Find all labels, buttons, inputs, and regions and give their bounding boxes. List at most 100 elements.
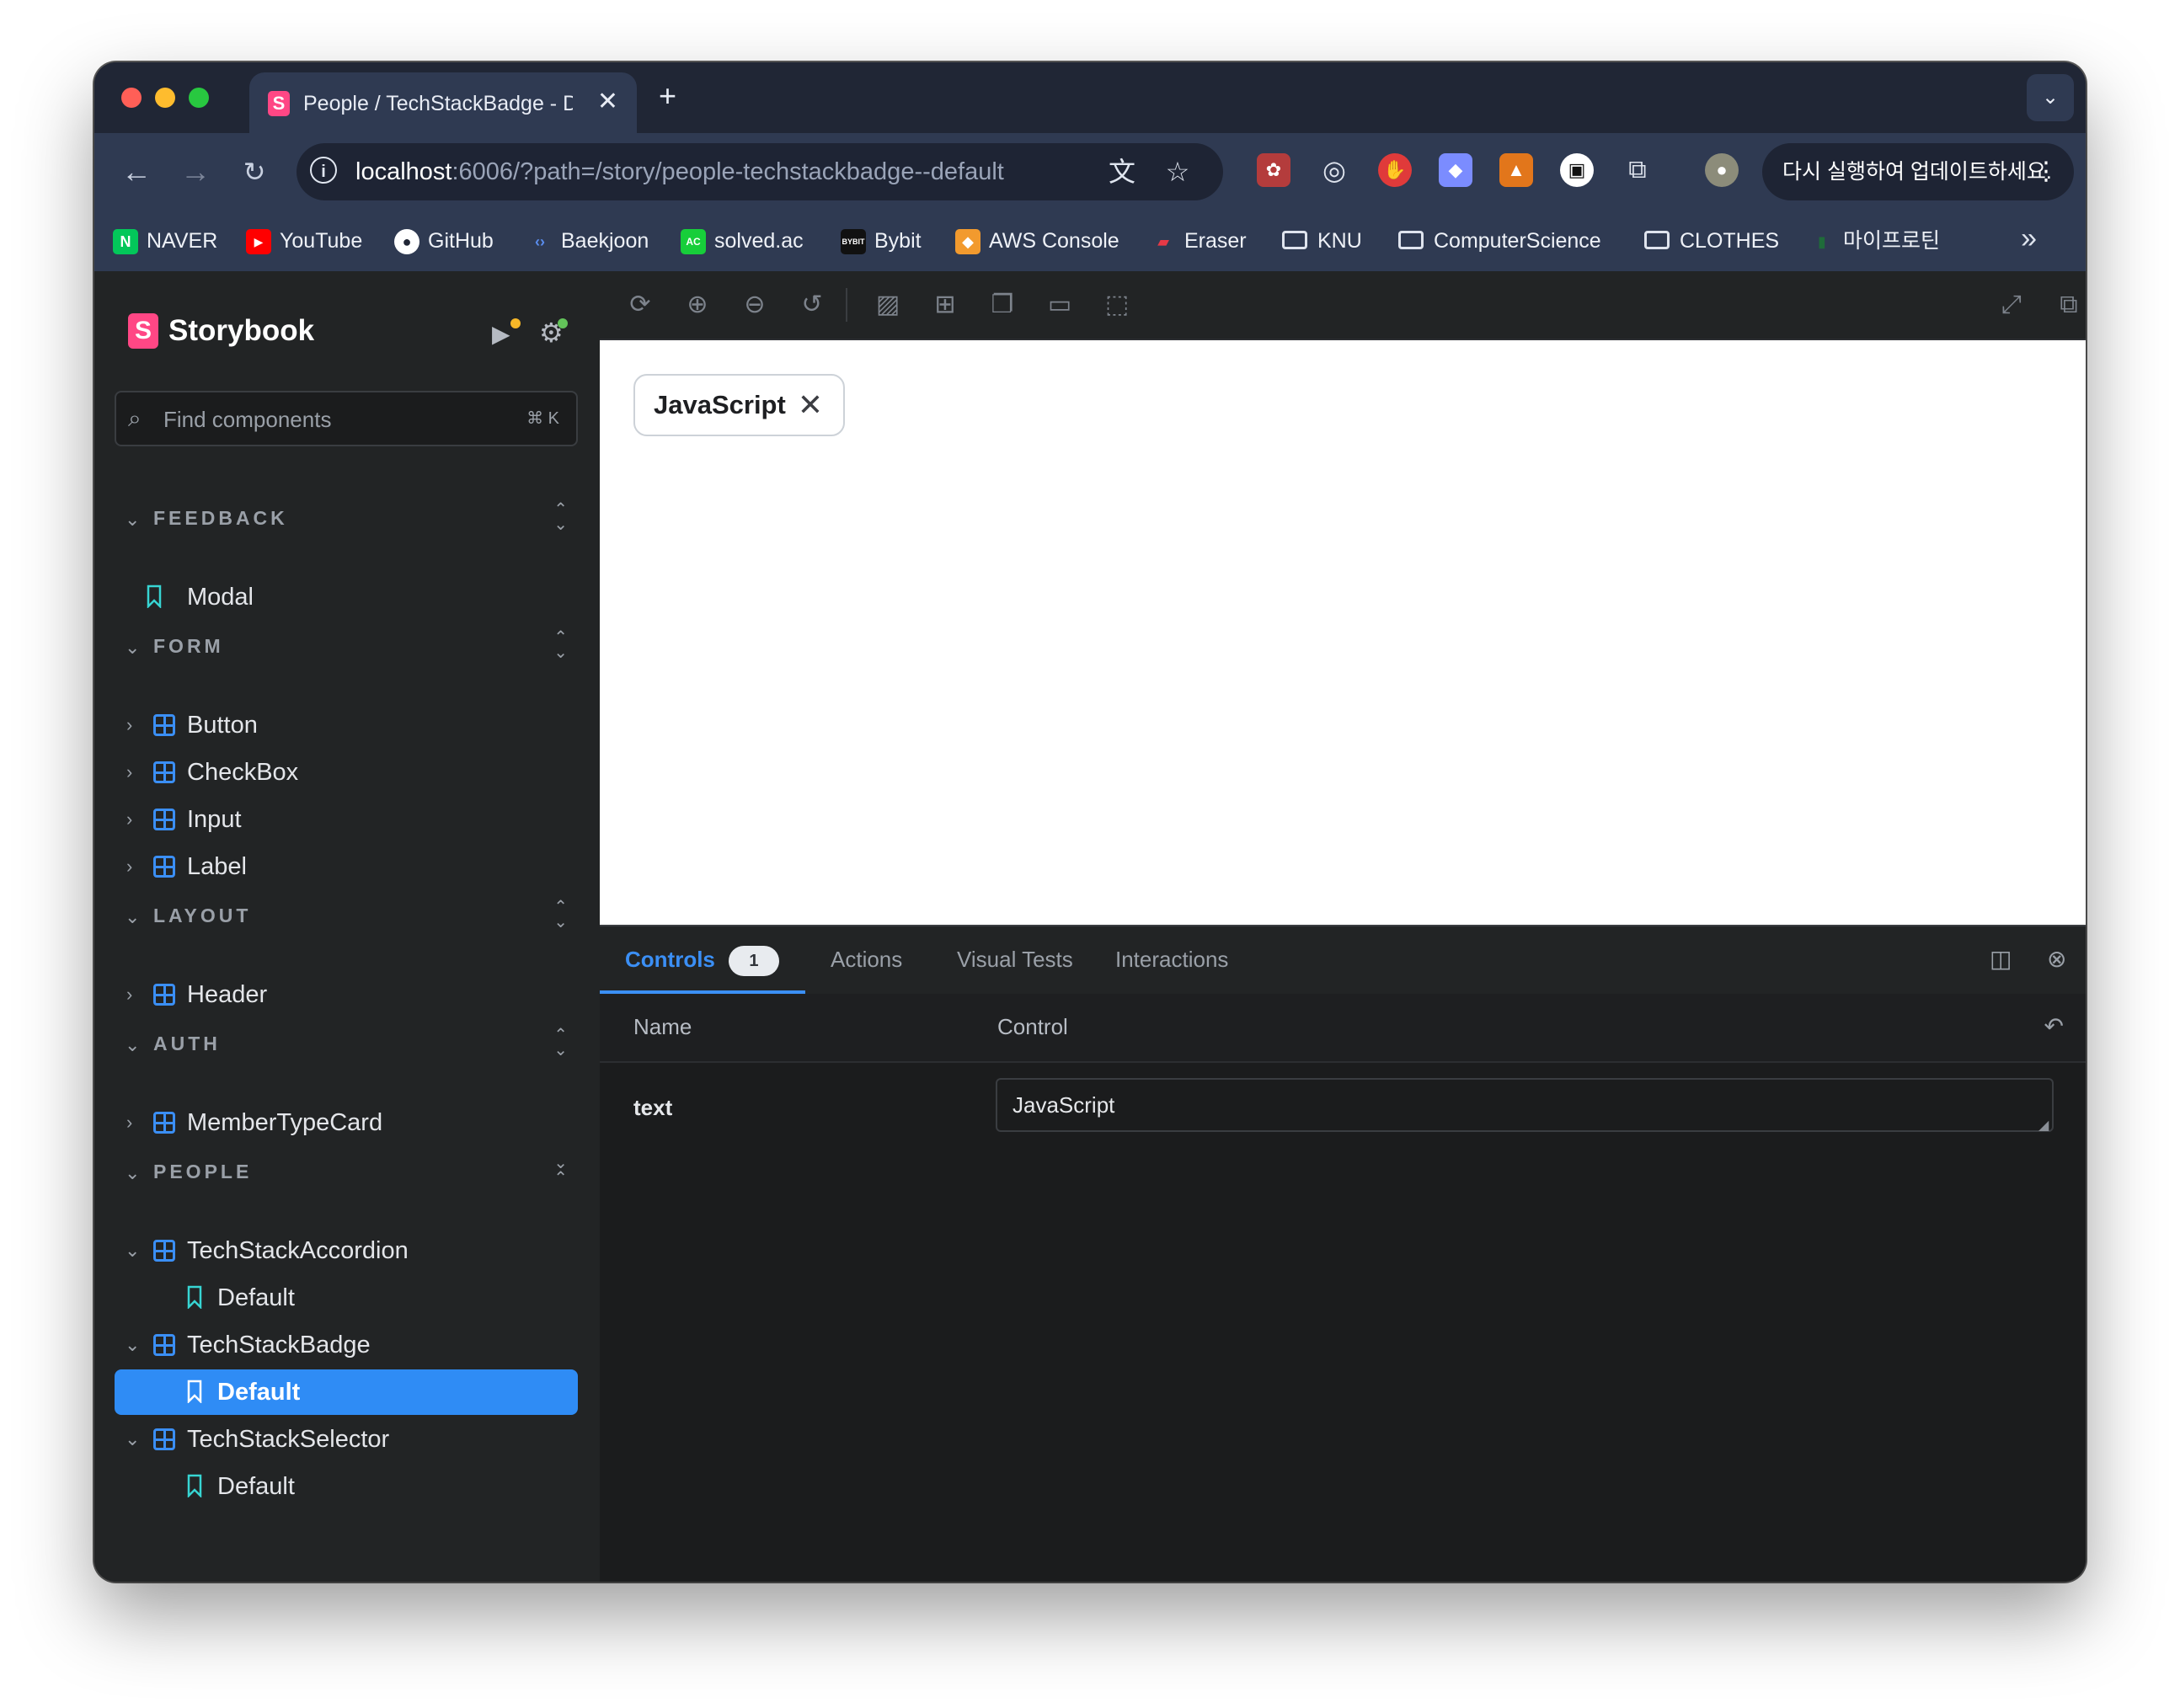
expand-collapse-icon[interactable]: ⌃ ⌄ [553,1027,568,1059]
reset-zoom-icon[interactable]: ↺ [797,290,827,320]
tab-close-icon[interactable]: ✕ [597,88,618,116]
sidebar-item-techstackaccordion[interactable]: ⌄ TechStackAccordion [115,1228,578,1273]
profile-avatar[interactable]: ● [1705,153,1739,187]
open-new-tab-icon[interactable]: ⧉ [2054,290,2084,320]
expand-collapse-icon[interactable]: ⌃ ⌄ [553,899,568,931]
url-text[interactable]: localhost:6006/?path=/story/people-techs… [355,157,1004,187]
bookmark-youtube[interactable]: ▶ YouTube [246,226,362,256]
forward-button[interactable]: → [177,153,214,190]
sidebar-item-label[interactable]: › Label [115,844,578,889]
chevron-down-icon: ⌄ [125,1240,141,1261]
extension-icon-3[interactable]: ▣ [1560,153,1594,187]
section-people[interactable]: ⌄ PEOPLE ⌄ ⌃ [125,1155,580,1191]
translate-icon[interactable]: 文 [1105,155,1139,189]
folder-icon [1398,231,1424,250]
minimize-window-button[interactable] [155,88,175,108]
bookmark-story-icon [147,584,162,608]
bookmark-clothes[interactable]: CLOTHES [1644,226,1779,256]
sidebar-item-input[interactable]: › Input [115,797,578,842]
tab-actions[interactable]: Actions [831,945,902,974]
preview-toolbar: ⟳ ⊕ ⊖ ↺ ▨ ⊞ ❐ ▭ ⬚ ⤢ ⧉ 🔗 [600,271,2086,340]
extension-icon-2[interactable]: ◆ [1439,153,1472,187]
resize-handle-icon[interactable]: ◢ [2038,1117,2049,1134]
chevron-down-icon: ⌄ [125,637,141,658]
sidebar-item-badge-default[interactable]: Default [115,1369,578,1415]
bookmark-aws[interactable]: ◆ AWS Console [955,226,1119,256]
tab-search-button[interactable]: ⌄ [2027,74,2074,121]
component-icon [153,714,175,736]
sidebar-item-button[interactable]: › Button [115,702,578,748]
back-button[interactable]: ← [118,153,155,190]
adblock-icon[interactable]: ✋ [1378,153,1412,187]
fullscreen-icon[interactable]: ⤢ [1996,290,2027,320]
bookmark-star-icon[interactable]: ☆ [1161,155,1194,189]
component-icon [153,1240,175,1262]
update-button[interactable]: 다시 실행하여 업데이트하세요. ⋮ [1762,143,2074,200]
section-feedback[interactable]: ⌄ FEEDBACK ⌃ ⌄ [125,501,580,537]
extension-icon-1[interactable]: ✿ [1257,153,1290,187]
column-control: Control [997,1014,1068,1039]
outline-icon[interactable]: ⬚ [1102,290,1132,320]
more-bookmarks-icon[interactable]: » [2021,222,2037,255]
sidebar-item-techstackbadge[interactable]: ⌄ TechStackBadge [115,1322,578,1368]
bookmark-knu[interactable]: KNU [1282,226,1362,256]
reset-controls-icon[interactable]: ↶ [2044,1012,2064,1040]
close-window-button[interactable] [121,88,142,108]
component-icon [153,1112,175,1134]
tab-controls[interactable]: Controls 1 [625,945,779,977]
expand-collapse-icon[interactable]: ⌄ ⌃ [553,1155,568,1187]
measure-icon[interactable]: ▭ [1045,290,1075,320]
myprotein-icon: ▮ [1818,233,1826,251]
tab-title: People / TechStackBadge - D [303,92,573,115]
text-control-input[interactable] [996,1078,2054,1132]
zoom-out-icon[interactable]: ⊖ [740,290,770,320]
controls-table-header: Name Control ↶ [600,994,2086,1063]
bookmark-myprotein[interactable]: ▮ 마이프로틴 [1809,226,1940,256]
section-layout[interactable]: ⌄ LAYOUT ⌃ ⌄ [125,899,580,935]
maximize-window-button[interactable] [189,88,209,108]
sidebar-item-checkbox[interactable]: › CheckBox [115,750,578,795]
expand-collapse-icon[interactable]: ⌃ ⌄ [553,501,568,533]
viewport-icon[interactable]: ❐ [987,290,1018,320]
grid-icon[interactable]: ⊞ [930,290,960,320]
close-icon[interactable]: ✕ [798,390,823,420]
tab-visual-tests[interactable]: Visual Tests [957,945,1073,974]
close-panel-icon[interactable]: ⊗ [2047,945,2066,974]
reload-button[interactable]: ↻ [236,153,273,190]
extensions-puzzle-icon[interactable]: ⧉ [1621,153,1654,187]
site-info-icon[interactable]: i [310,157,337,184]
browser-tab-active[interactable]: S People / TechStackBadge - D ✕ [249,72,637,133]
sidebar-item-techstackselector[interactable]: ⌄ TechStackSelector [115,1417,578,1462]
bookmark-computerscience[interactable]: ComputerScience [1398,226,1601,256]
more-menu-icon[interactable]: ⋮ [2033,143,2059,200]
bookmark-bybit[interactable]: BYBIT Bybit [841,226,922,256]
sidebar-item-header[interactable]: › Header [115,972,578,1017]
sidebar-item-selector-default[interactable]: Default [115,1464,578,1509]
column-name: Name [633,1014,692,1039]
sidebar-item-membertypecard[interactable]: › MemberTypeCard [115,1100,578,1145]
bookmark-eraser[interactable]: ▰ Eraser [1151,226,1247,256]
bookmark-naver[interactable]: N NAVER [113,226,217,256]
section-auth[interactable]: ⌄ AUTH ⌃ ⌄ [125,1027,580,1063]
zoom-in-icon[interactable]: ⊕ [682,290,713,320]
sidebar-item-modal[interactable]: Modal [115,574,578,620]
play-icon[interactable]: ▶ [492,320,510,348]
bookmark-baekjoon[interactable]: ‹› Baekjoon [527,226,649,256]
storybook-logo[interactable]: S Storybook [128,313,314,350]
sidebar-item-accordion-default[interactable]: Default [115,1275,578,1321]
search-input[interactable] [162,401,502,438]
find-components-search[interactable]: ⌕ ⌘ K [115,391,578,446]
chevron-down-icon: ⌄ [125,509,141,530]
remount-icon[interactable]: ⟳ [625,290,655,320]
target-icon[interactable]: ◎ [1317,153,1351,187]
background-icon[interactable]: ▨ [873,290,903,320]
bookmark-github[interactable]: ● GitHub [394,226,494,256]
new-tab-button[interactable]: + [659,81,676,111]
address-bar[interactable]: i localhost:6006/?path=/story/people-tec… [297,143,1223,200]
bookmark-solvedac[interactable]: AC solved.ac [681,226,804,256]
expand-collapse-icon[interactable]: ⌃ ⌄ [553,629,568,661]
tab-interactions[interactable]: Interactions [1115,945,1228,974]
section-form[interactable]: ⌄ FORM ⌃ ⌄ [125,629,580,665]
metamask-icon[interactable]: ▲ [1499,153,1533,187]
panel-orientation-icon[interactable]: ◫ [1990,945,2012,974]
